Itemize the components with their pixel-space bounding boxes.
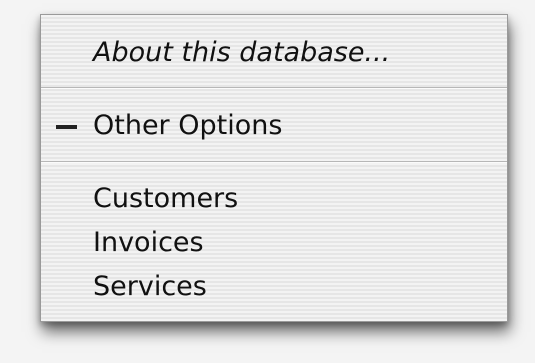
menu-item-label: Services xyxy=(93,271,207,302)
menu-item-label: About this database... xyxy=(93,37,391,68)
menu-separator xyxy=(41,87,507,89)
screen: About this database... Other Options Cus… xyxy=(0,0,535,363)
menu-item-customers[interactable]: Customers xyxy=(41,177,507,221)
menu-item-about-database[interactable]: About this database... xyxy=(41,31,507,75)
menu-item-label: Other Options xyxy=(93,110,283,141)
dash-icon xyxy=(56,125,77,129)
menu-item-services[interactable]: Services xyxy=(41,265,507,309)
menu-item-invoices[interactable]: Invoices xyxy=(41,221,507,265)
popup-menu: About this database... Other Options Cus… xyxy=(40,14,508,322)
menu-item-other-options[interactable]: Other Options xyxy=(41,104,507,148)
menu-separator xyxy=(41,161,507,163)
menu-item-label: Customers xyxy=(93,183,239,214)
menu-item-label: Invoices xyxy=(93,227,204,258)
